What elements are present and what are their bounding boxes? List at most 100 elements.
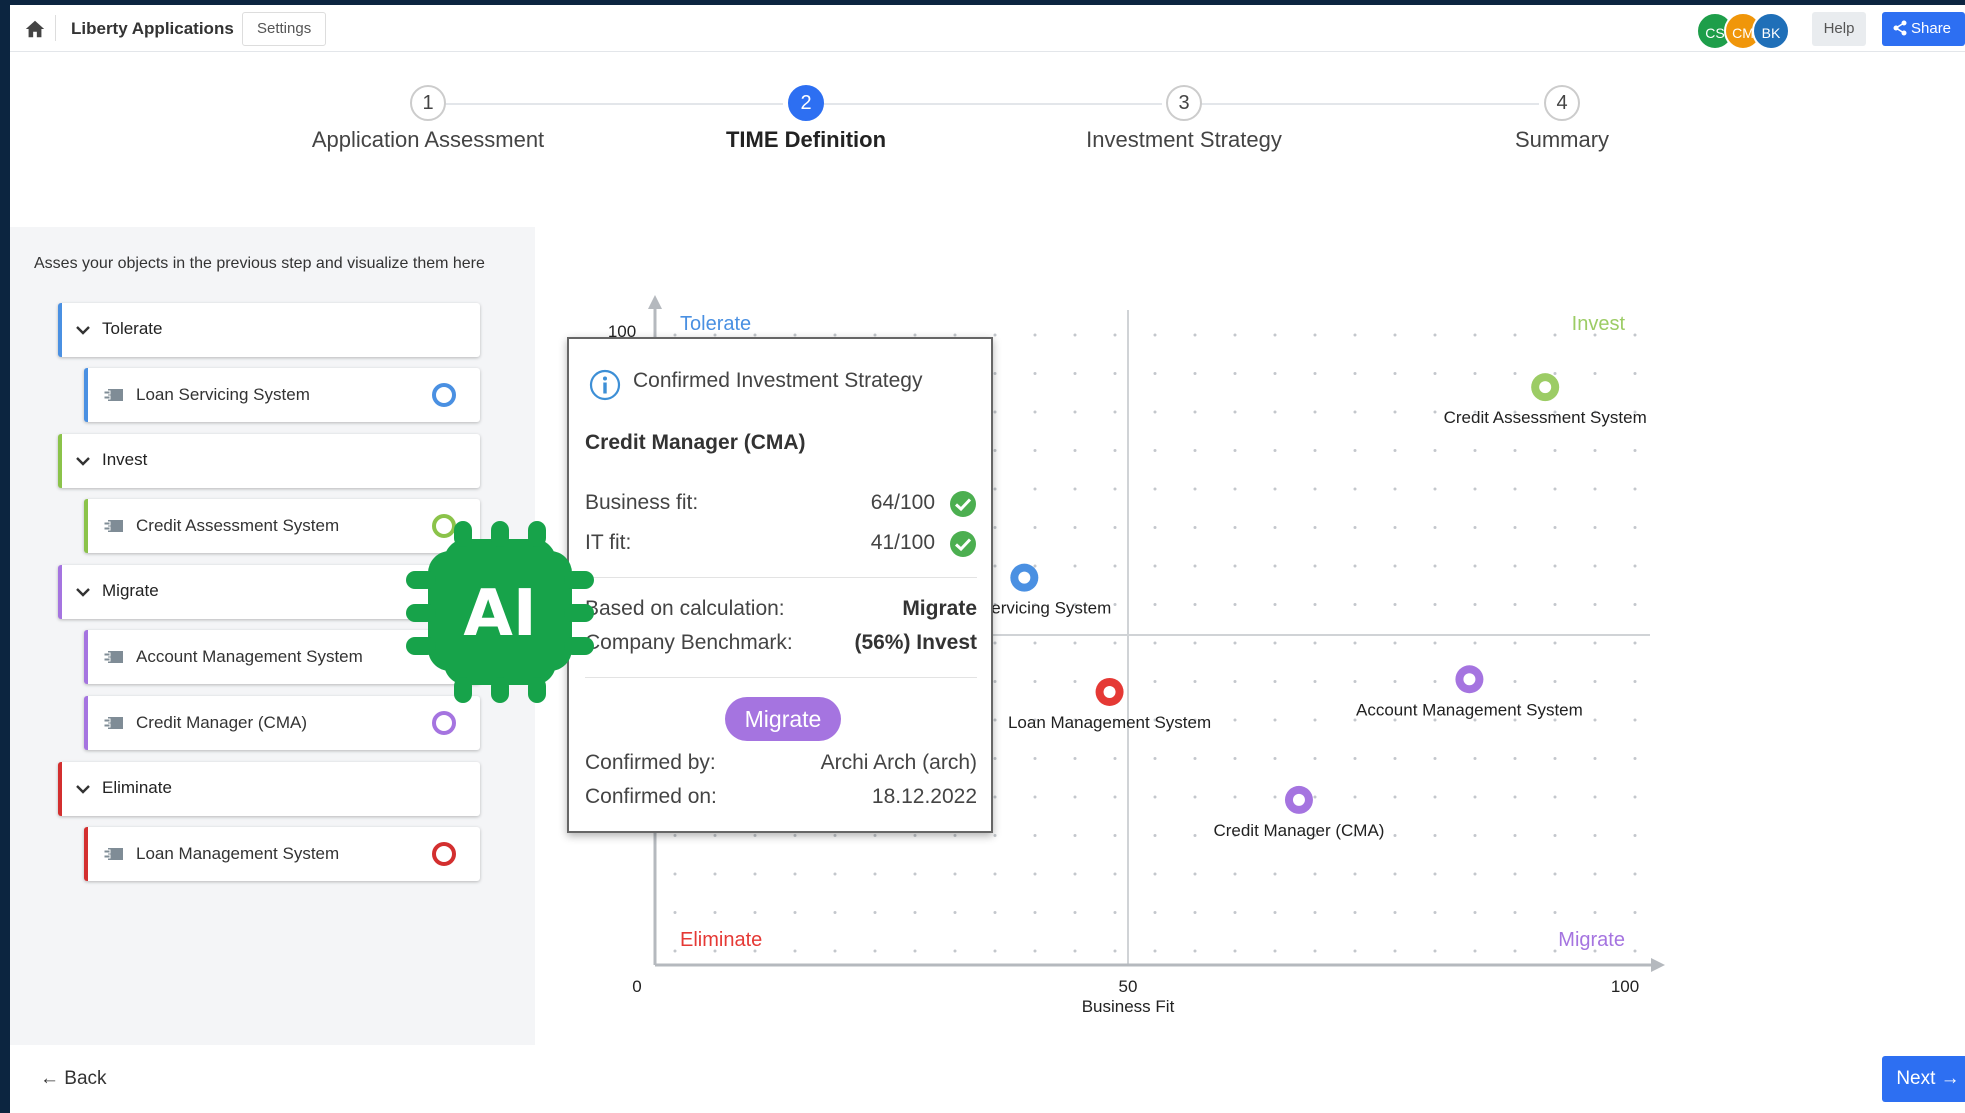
grid-dot	[1473, 795, 1477, 799]
grid-dot	[1553, 680, 1557, 683]
step-label: Application Assessment	[311, 127, 545, 152]
grid-dot	[1193, 834, 1197, 837]
grid-dot	[1513, 872, 1517, 876]
grid-dot	[993, 526, 997, 529]
list-item[interactable]: Loan Servicing System	[84, 368, 480, 422]
grid-dot	[1433, 333, 1437, 337]
grid-dot	[953, 872, 957, 876]
grid-dot	[1513, 680, 1517, 683]
grid-dot	[913, 872, 917, 876]
grid-dot	[1393, 641, 1397, 645]
grid-dot	[1273, 911, 1277, 914]
grid-dot	[1033, 949, 1037, 953]
grid-dot	[1033, 526, 1037, 529]
grid-dot	[1513, 757, 1517, 760]
grid-dot	[1473, 487, 1477, 491]
grid-dot	[1553, 834, 1557, 837]
grid-dot	[1313, 911, 1317, 914]
grid-dot	[1273, 872, 1277, 876]
check-icon	[950, 491, 976, 517]
strategy-badge[interactable]: Migrate	[725, 697, 841, 741]
group-tolerate[interactable]: Tolerate	[58, 303, 480, 357]
chevron-down-icon[interactable]	[74, 583, 92, 601]
next-button[interactable]: Next →	[1882, 1056, 1965, 1102]
chevron-down-icon[interactable]	[74, 780, 92, 798]
list-item[interactable]: Loan Management System	[84, 827, 480, 881]
grid-dot	[1633, 834, 1637, 837]
grid-dot	[1193, 564, 1197, 568]
grid-dot	[1193, 949, 1197, 953]
grid-dot	[1233, 680, 1237, 683]
home-icon[interactable]	[24, 18, 46, 40]
grid-dot	[1033, 410, 1037, 414]
grid-dot	[1073, 410, 1077, 414]
grid-dot	[753, 911, 757, 914]
group-invest[interactable]: Invest	[58, 434, 480, 488]
grid-dot	[793, 949, 797, 953]
component-icon	[104, 848, 123, 860]
grid-dot	[1553, 872, 1557, 876]
step-number: 1	[410, 85, 446, 121]
back-button[interactable]: ← Back	[40, 1068, 107, 1090]
grid-dot	[1473, 949, 1477, 953]
share-button[interactable]: Share	[1882, 12, 1965, 46]
help-button[interactable]: Help	[1812, 12, 1866, 46]
grid-dot	[873, 949, 877, 953]
grid-dot	[1073, 487, 1077, 491]
grid-dot	[1233, 526, 1237, 529]
grid-dot	[1593, 834, 1597, 837]
grid-dot	[1073, 526, 1077, 529]
grid-dot	[1393, 487, 1397, 491]
quadrant-label-eliminate: Eliminate	[680, 929, 762, 951]
list-item[interactable]: Credit Manager (CMA)	[84, 696, 480, 750]
grid-dot	[1593, 564, 1597, 568]
grid-dot	[1193, 641, 1197, 645]
grid-dot	[1313, 564, 1317, 568]
ai-chip-icon: AI	[406, 521, 594, 703]
chevron-down-icon[interactable]	[74, 321, 92, 339]
grid-dot	[673, 872, 677, 876]
grid-dot	[1313, 949, 1317, 953]
avatar[interactable]: BK	[1752, 12, 1790, 50]
confirmed-on-value: 18.12.2022	[871, 785, 977, 808]
grid-dot	[1033, 372, 1037, 375]
grid-dot	[1273, 949, 1277, 953]
grid-dot	[1073, 641, 1077, 645]
grid-dot	[1233, 333, 1237, 337]
grid-dot	[1313, 410, 1317, 414]
step-summary[interactable]: 4 Summary	[1362, 85, 1762, 153]
settings-button[interactable]: Settings	[242, 12, 327, 46]
status-ring-icon	[432, 842, 456, 866]
grid-dot	[913, 949, 917, 953]
step-investment-strategy[interactable]: 3 Investment Strategy	[984, 85, 1384, 153]
grid-dot	[1393, 526, 1397, 529]
group-eliminate[interactable]: Eliminate	[58, 762, 480, 816]
step-time-definition[interactable]: 2 TIME Definition	[606, 85, 1006, 153]
grid-dot	[1233, 757, 1237, 760]
grid-dot	[1633, 449, 1637, 452]
grid-dot	[1633, 526, 1637, 529]
data-point-center	[1292, 793, 1305, 806]
grid-dot	[953, 834, 957, 837]
check-icon	[950, 531, 976, 557]
grid-dot	[1153, 834, 1157, 837]
grid-dot	[1633, 872, 1637, 876]
item-label: Credit Manager (CMA)	[136, 713, 307, 732]
grid-dot	[753, 834, 757, 837]
grid-dot	[1193, 410, 1197, 414]
grid-dot	[1473, 834, 1477, 837]
grid-dot	[1153, 487, 1157, 491]
grid-dot	[1313, 718, 1317, 722]
grid-dot	[1633, 949, 1637, 953]
grid-dot	[1593, 603, 1597, 606]
grid-dot	[1153, 372, 1157, 375]
grid-dot	[1353, 372, 1357, 375]
grid-dot	[1593, 718, 1597, 722]
step-application-assessment[interactable]: 1 Application Assessment	[228, 85, 628, 153]
grid-dot	[1393, 911, 1397, 914]
chevron-down-icon[interactable]	[74, 452, 92, 470]
grid-dot	[1273, 757, 1277, 760]
grid-dot	[1153, 564, 1157, 568]
grid-dot	[1433, 757, 1437, 760]
grid-dot	[1193, 372, 1197, 375]
